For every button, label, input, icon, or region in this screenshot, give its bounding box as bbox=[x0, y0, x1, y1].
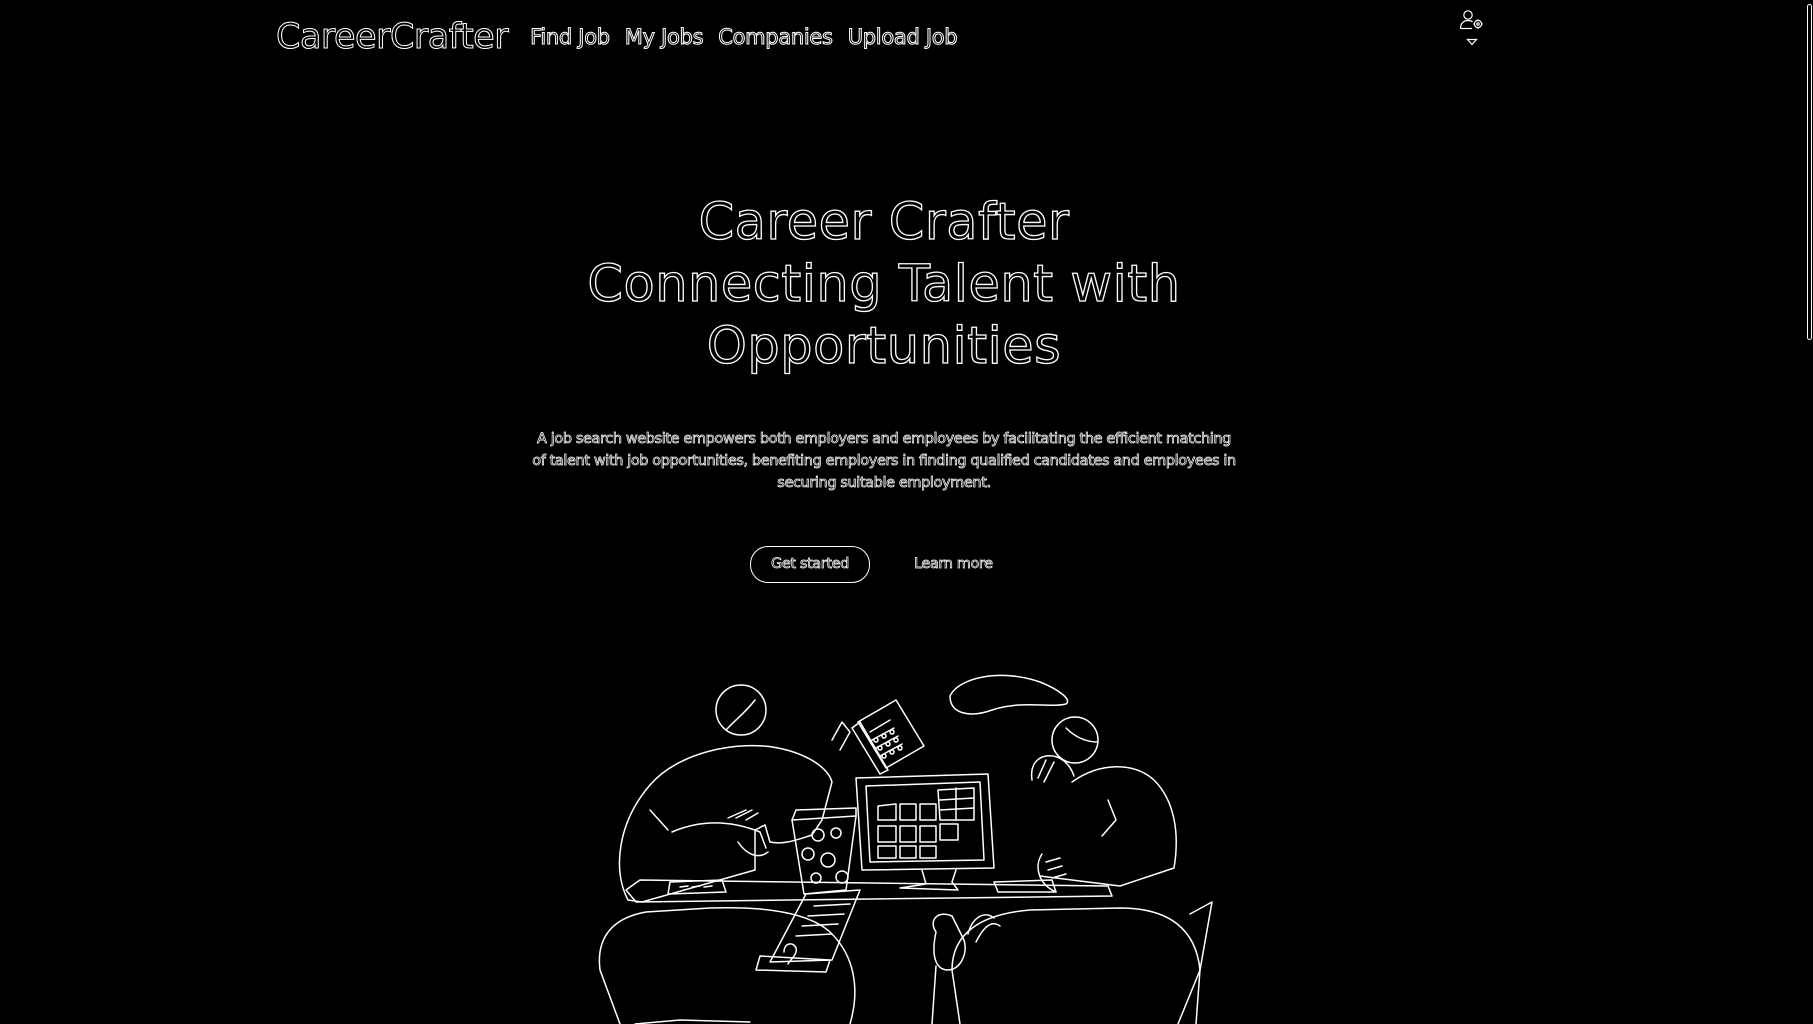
receipt bbox=[755, 889, 861, 973]
hero-title: Career Crafter Connecting Talent with Op… bbox=[506, 192, 1262, 378]
scrollbar-thumb[interactable] bbox=[1807, 4, 1812, 340]
cta-row: Get started Learn more bbox=[750, 545, 993, 583]
page-scrollbar[interactable] bbox=[1805, 0, 1813, 1024]
right-person bbox=[949, 674, 1213, 1024]
user-menu-button[interactable] bbox=[1458, 8, 1486, 52]
left-person bbox=[598, 684, 856, 1024]
hero-title-line-2: Connecting Talent with bbox=[587, 254, 1181, 314]
user-gear-icon bbox=[1459, 10, 1483, 30]
hand-with-card bbox=[931, 913, 1001, 1024]
cup-with-tokens bbox=[791, 807, 857, 895]
people-at-desk-illustration bbox=[598, 674, 1213, 1024]
brand-logo[interactable]: CareerCrafter bbox=[275, 17, 509, 58]
nav-link-find-job[interactable]: Find Job bbox=[530, 25, 611, 50]
desk bbox=[625, 879, 1113, 903]
nav-link-upload-job[interactable]: Upload Job bbox=[847, 25, 958, 50]
hero-title-line-1: Career Crafter bbox=[698, 192, 1070, 252]
calculator bbox=[831, 699, 925, 775]
learn-more-link[interactable]: Learn more bbox=[914, 556, 994, 573]
landing-page: CareerCrafter Find Job My Jobs Companies… bbox=[0, 0, 1813, 1024]
hero-description: A job search website empowers both emplo… bbox=[532, 431, 1237, 492]
nav-link-companies[interactable]: Companies bbox=[718, 25, 834, 50]
navbar: CareerCrafter Find Job My Jobs Companies… bbox=[275, 10, 1486, 62]
get-started-button[interactable]: Get started bbox=[750, 545, 870, 583]
monitor-dashboard bbox=[855, 773, 995, 891]
caret-down-icon bbox=[1466, 38, 1478, 46]
hero-title-line-3: Opportunities bbox=[706, 316, 1062, 376]
nav-link-my-jobs[interactable]: My Jobs bbox=[624, 25, 704, 50]
nav-links: Find Job My Jobs Companies Upload Job bbox=[530, 25, 959, 50]
